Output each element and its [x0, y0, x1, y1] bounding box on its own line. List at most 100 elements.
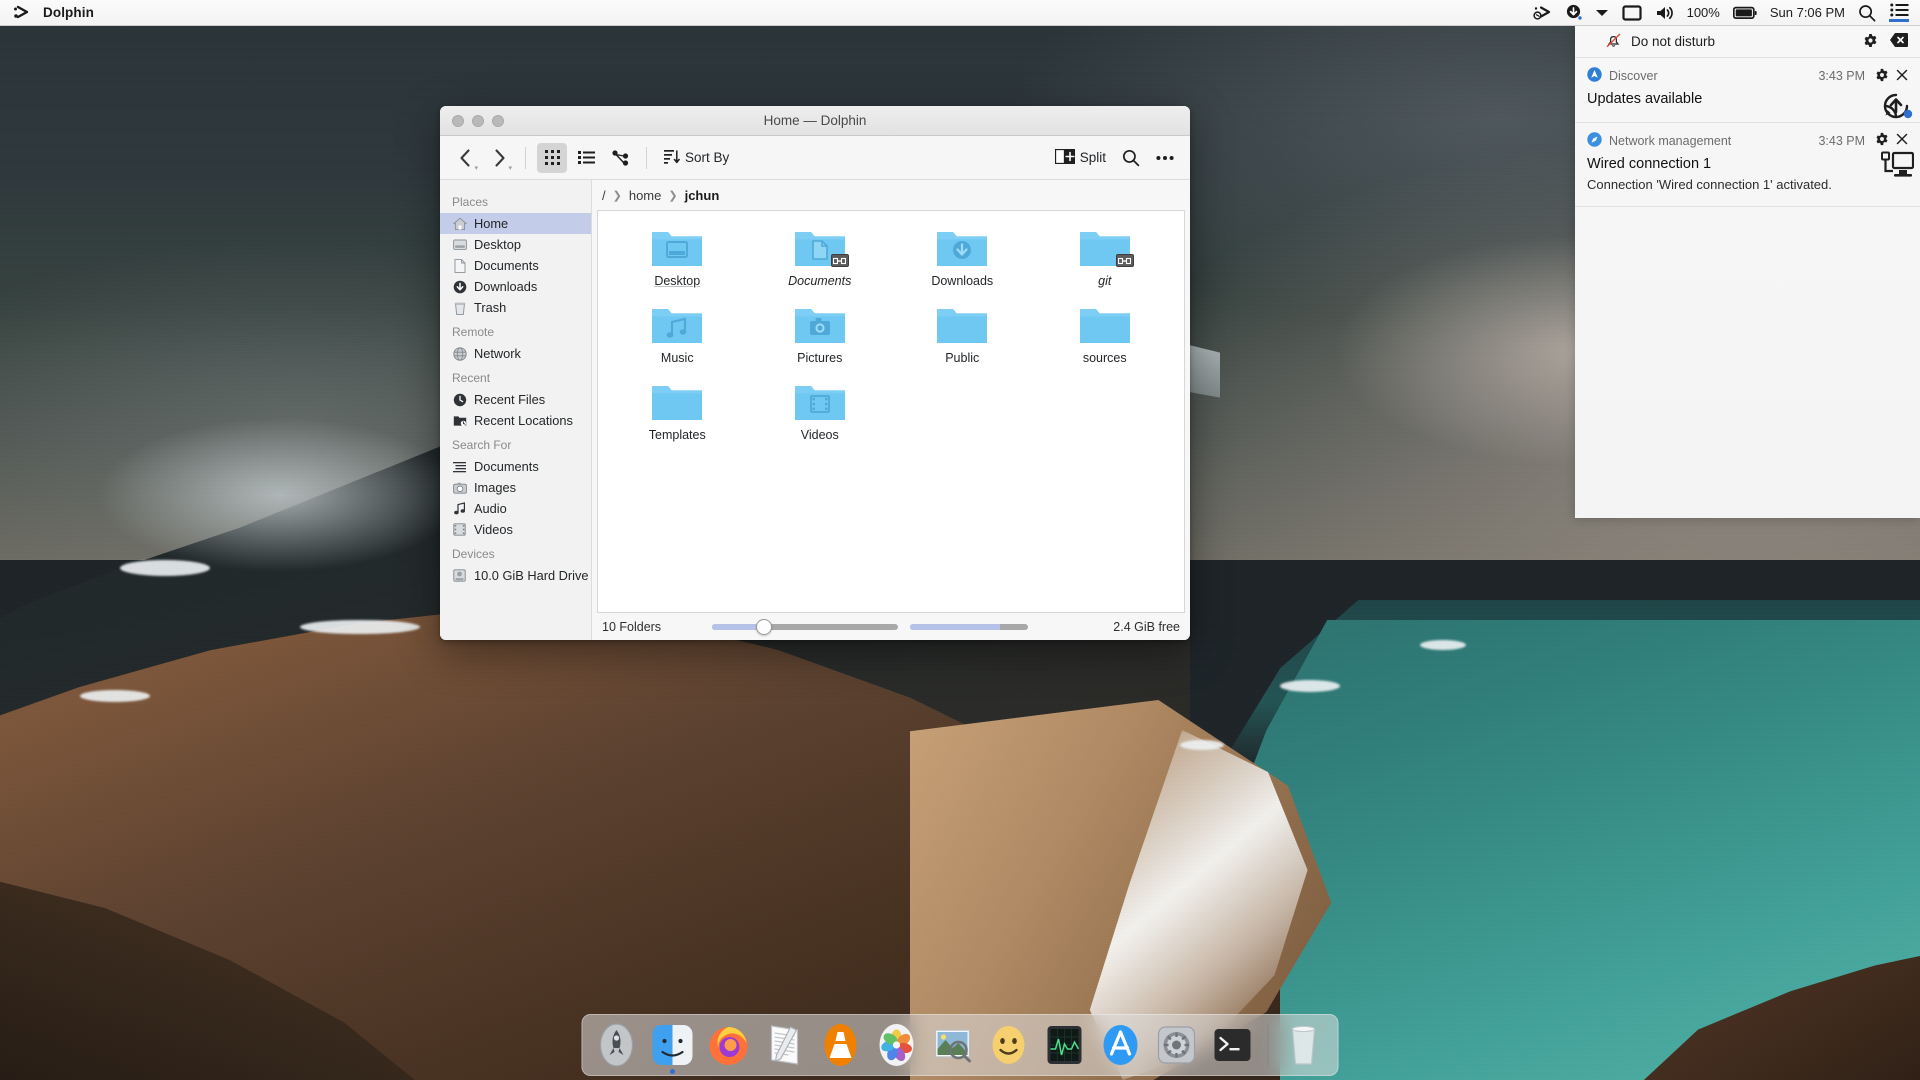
search-icon[interactable] — [1858, 4, 1876, 22]
sidebar-item-desktop[interactable]: Desktop — [440, 234, 591, 255]
compact-view-icon[interactable] — [571, 143, 601, 173]
maximize-button[interactable] — [492, 115, 504, 127]
sidebar-item-trash[interactable]: Trash — [440, 297, 591, 318]
file-item[interactable]: Music — [608, 302, 747, 365]
file-item[interactable]: Downloads — [893, 225, 1032, 288]
zoom-slider[interactable] — [712, 624, 898, 630]
breadcrumb-home[interactable]: home — [629, 188, 662, 203]
file-item[interactable]: sources — [1036, 302, 1175, 365]
sidebar-group-title: Places — [440, 188, 591, 213]
sidebar-item-documents[interactable]: Documents — [440, 255, 591, 276]
wallpaper-snow-patch — [1180, 740, 1224, 750]
music-note-icon — [452, 501, 467, 516]
file-item[interactable]: Templates — [608, 379, 747, 442]
dock-item-terminal[interactable] — [1207, 1019, 1259, 1071]
dock-item-app-store[interactable] — [1095, 1019, 1147, 1071]
dock-item-trash[interactable] — [1278, 1019, 1330, 1071]
sidebar-item-downloads[interactable]: Downloads — [440, 276, 591, 297]
wallpaper-snow-patch — [300, 620, 420, 634]
more-menu-icon[interactable] — [1150, 143, 1180, 173]
dock-item-firefox[interactable] — [703, 1019, 755, 1071]
dock-item-photos[interactable] — [871, 1019, 923, 1071]
sidebar-group-title: Search For — [440, 431, 591, 456]
notification-item[interactable]: Network management 3:43 PM Wired connect… — [1575, 123, 1920, 208]
free-space-label: 2.4 GiB free — [1113, 620, 1180, 634]
dolphin-tray-icon[interactable] — [1532, 5, 1552, 21]
sidebar-item-search-audio[interactable]: Audio — [440, 498, 591, 519]
sidebar-item-recent-files[interactable]: Recent Files — [440, 389, 591, 410]
notification-list-icon[interactable] — [1889, 3, 1909, 22]
dolphin-toolbar: ▾ ▾ — [440, 136, 1190, 180]
sidebar-item-label: Downloads — [474, 279, 537, 294]
file-view[interactable]: Desktop — [597, 210, 1185, 613]
file-item[interactable]: Videos — [751, 379, 890, 442]
dock-item-system-preferences[interactable] — [1151, 1019, 1203, 1071]
file-name: Templates — [649, 428, 706, 442]
download-indicator-icon[interactable] — [1565, 4, 1582, 21]
dock-item-activity-monitor[interactable] — [1039, 1019, 1091, 1071]
sidebar-item-search-videos[interactable]: Videos — [440, 519, 591, 540]
details-view-icon[interactable] — [605, 143, 635, 173]
sort-icon — [664, 148, 680, 168]
do-not-disturb-row[interactable]: Do not disturb — [1575, 26, 1920, 58]
dock-item-preview[interactable] — [927, 1019, 979, 1071]
dock-item-vlc[interactable] — [815, 1019, 867, 1071]
hard-drive-icon — [452, 568, 467, 583]
zoom-slider-handle[interactable] — [756, 619, 772, 635]
folder-plain-icon — [1078, 302, 1132, 346]
menubar-app-name[interactable]: Dolphin — [43, 5, 94, 20]
split-view-button[interactable]: Split — [1049, 143, 1112, 173]
battery-full-icon[interactable] — [1733, 6, 1757, 20]
dock-item-smiley[interactable] — [983, 1019, 1035, 1071]
forward-arrow-icon[interactable]: ▾ — [484, 143, 514, 173]
wallpaper-snow-patch — [1280, 680, 1340, 692]
dock-item-launchpad[interactable] — [591, 1019, 643, 1071]
sidebar-item-home[interactable]: Home — [440, 213, 591, 234]
sort-by-button[interactable]: Sort By — [658, 143, 735, 173]
discover-icon — [1587, 67, 1602, 85]
file-item[interactable]: Public — [893, 302, 1032, 365]
file-item[interactable]: Documents — [751, 225, 890, 288]
notification-active-underline — [1889, 19, 1909, 22]
back-arrow-icon[interactable]: ▾ — [450, 143, 480, 173]
gear-icon[interactable] — [1863, 33, 1878, 51]
file-item[interactable]: Desktop — [608, 225, 747, 288]
close-button[interactable] — [452, 115, 464, 127]
sidebar-item-search-images[interactable]: Images — [440, 477, 591, 498]
breadcrumb-current[interactable]: jchun — [685, 188, 720, 203]
dolphin-logo-icon[interactable] — [12, 3, 31, 22]
sidebar-item-network[interactable]: Network — [440, 343, 591, 364]
capacity-bar-fill — [910, 624, 1000, 630]
dock-item-textedit[interactable] — [759, 1019, 811, 1071]
file-name: Desktop — [654, 274, 700, 288]
clear-all-icon[interactable] — [1890, 33, 1908, 50]
sidebar-item-label: Network — [474, 346, 521, 361]
wallpaper-snow-patch — [80, 690, 150, 702]
gear-icon[interactable] — [1875, 68, 1889, 85]
breadcrumb-root[interactable]: / — [602, 188, 606, 203]
sidebar-item-hard-drive[interactable]: 10.0 GiB Hard Drive — [440, 565, 591, 586]
sidebar-item-search-documents[interactable]: Documents — [440, 456, 591, 477]
close-icon[interactable] — [1896, 69, 1908, 84]
chevron-right-icon: ❯ — [613, 189, 622, 202]
search-icon[interactable] — [1116, 143, 1146, 173]
dock-item-finder[interactable] — [647, 1019, 699, 1071]
icons-view-icon[interactable] — [537, 143, 567, 173]
file-item[interactable]: Pictures — [751, 302, 890, 365]
minimize-button[interactable] — [472, 115, 484, 127]
symlink-badge-icon — [1116, 254, 1134, 267]
notification-item[interactable]: Discover 3:43 PM Updates available — [1575, 58, 1920, 123]
folder-plain-icon — [650, 379, 704, 423]
breadcrumb[interactable]: / ❯ home ❯ jchun — [592, 180, 1190, 210]
menubar-clock[interactable]: Sun 7:06 PM — [1770, 5, 1845, 20]
volume-icon[interactable] — [1655, 5, 1674, 21]
display-icon[interactable] — [1622, 5, 1642, 21]
chevron-down-icon[interactable] — [1595, 8, 1609, 18]
do-not-disturb-label: Do not disturb — [1631, 34, 1854, 49]
sidebar-item-recent-locations[interactable]: Recent Locations — [440, 410, 591, 431]
close-icon[interactable] — [1896, 133, 1908, 148]
status-bar: 10 Folders 2.4 GiB free — [592, 613, 1190, 640]
window-titlebar[interactable]: Home — Dolphin — [440, 106, 1190, 136]
file-item[interactable]: git — [1036, 225, 1175, 288]
gear-icon[interactable] — [1875, 132, 1889, 149]
